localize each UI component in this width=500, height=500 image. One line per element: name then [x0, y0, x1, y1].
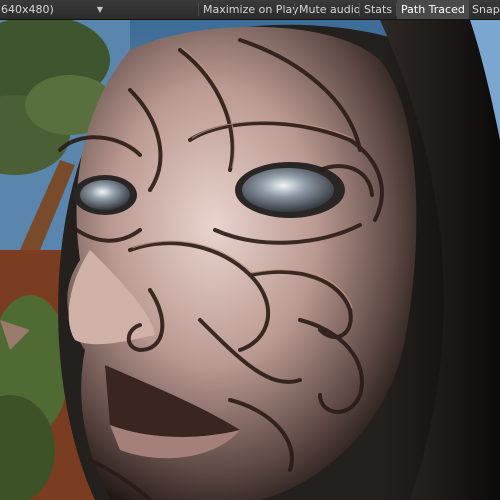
resolution-label: 640x480): [1, 3, 54, 16]
path-traced-button[interactable]: Path Traced: [397, 0, 469, 19]
maximize-on-play-label: Maximize on Play: [203, 3, 299, 16]
snaps-label: Snaps: [472, 3, 500, 16]
mute-audio-label: Mute audio: [299, 3, 361, 16]
carved-face: [58, 26, 417, 500]
maximize-on-play-button[interactable]: Maximize on Play: [199, 0, 303, 19]
stats-button[interactable]: Stats: [360, 0, 396, 19]
resolution-dropdown[interactable]: 640x480) ▼: [0, 0, 106, 19]
mute-audio-button[interactable]: Mute audio: [295, 0, 365, 19]
rendered-portrait: [0, 20, 500, 500]
snaps-button[interactable]: Snaps: [468, 0, 500, 19]
game-view-render[interactable]: [0, 20, 500, 500]
path-traced-label: Path Traced: [401, 3, 465, 16]
stats-label: Stats: [364, 3, 393, 16]
game-view-toolbar: 640x480) ▼ Maximize on Play Mute audio S…: [0, 0, 500, 20]
chevron-down-icon: ▼: [96, 5, 103, 14]
